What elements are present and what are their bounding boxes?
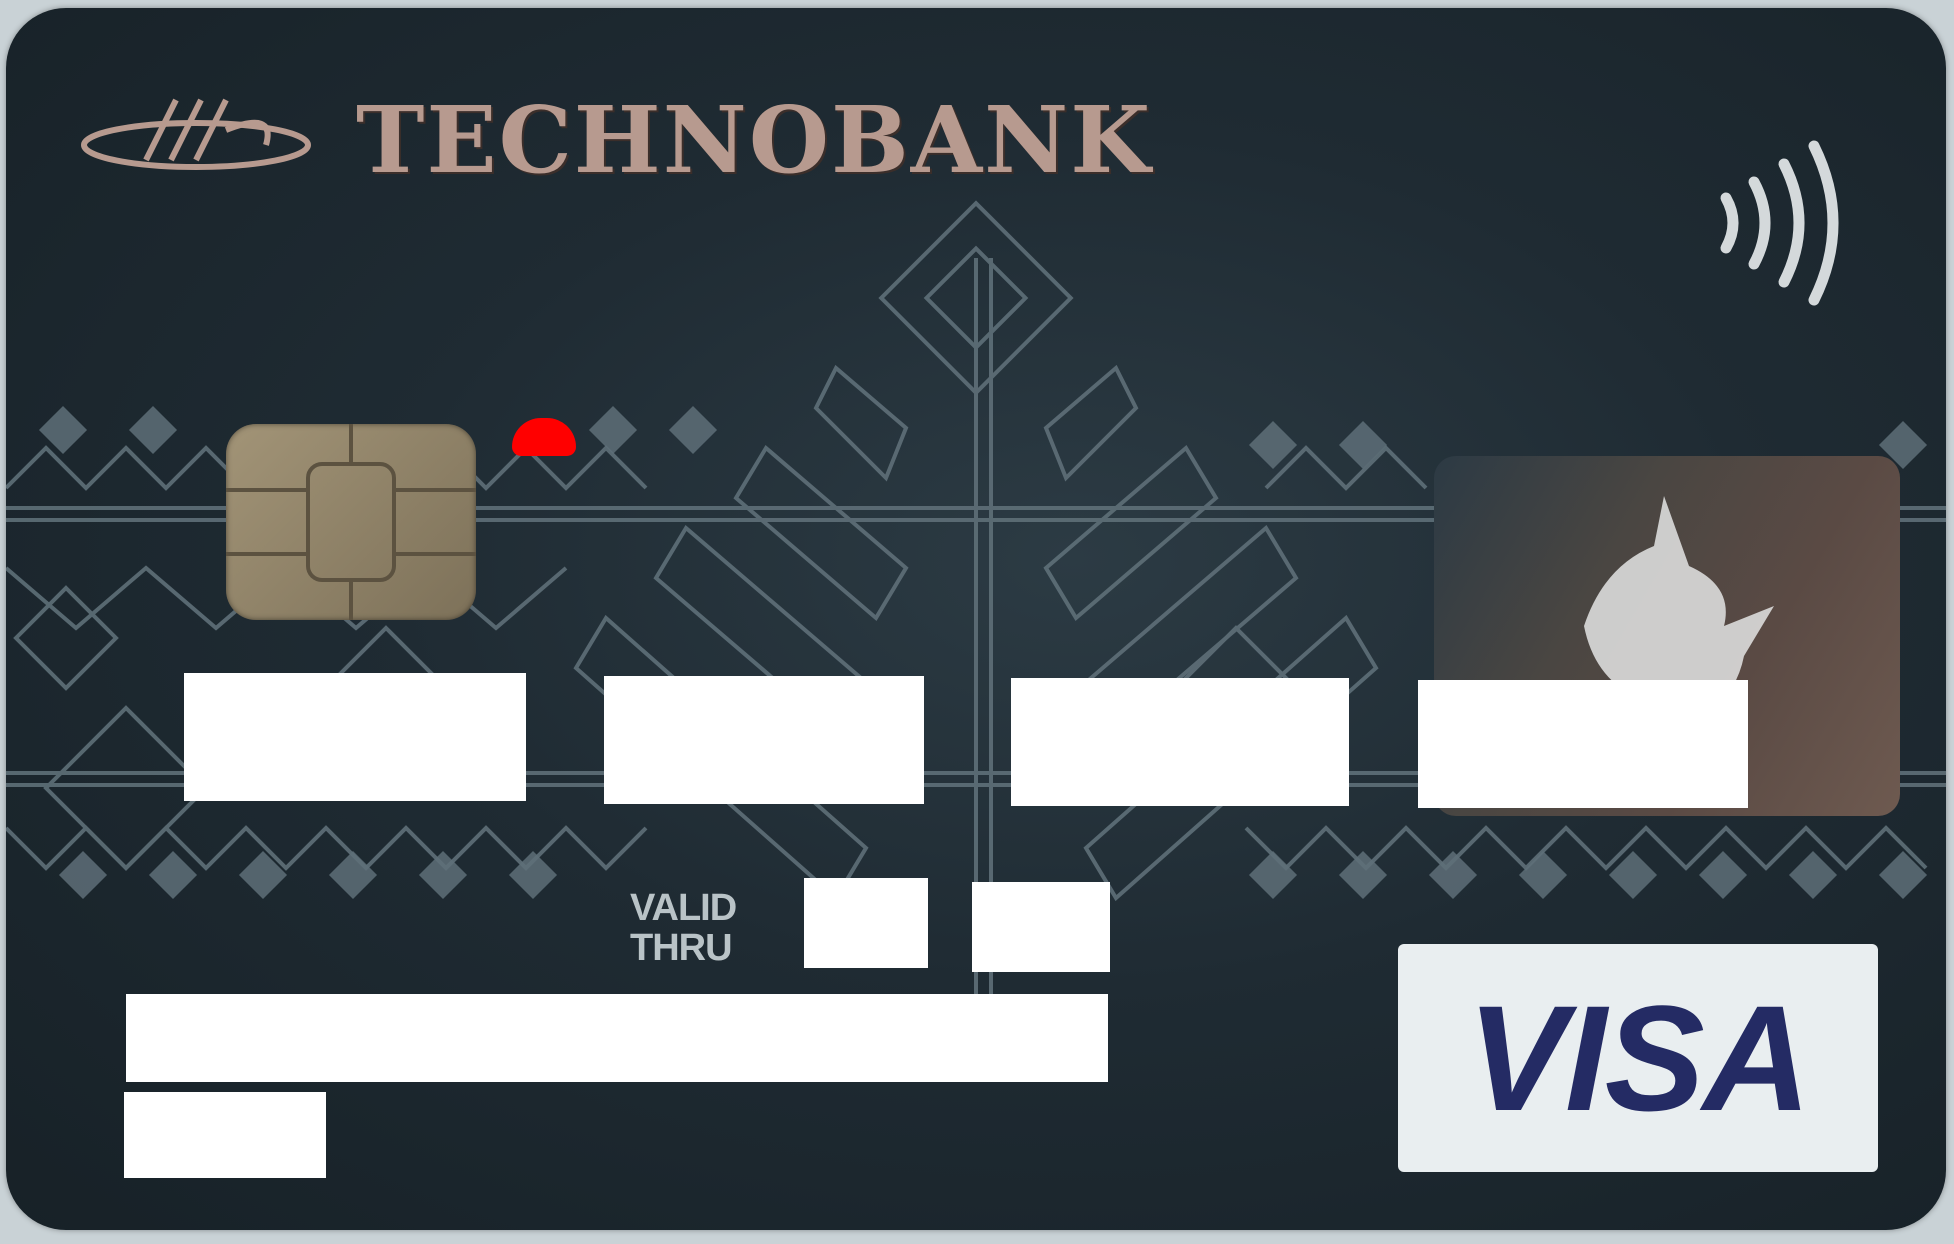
cardholder-extra-redacted [124,1092,326,1178]
visa-logo: VISA [1398,944,1878,1172]
card-number-group-4-redacted [1418,680,1748,808]
cardholder-name-redacted [126,994,1108,1082]
credit-card: TECHNOBANK VALID THRU VISA [6,8,1946,1230]
expiry-month-redacted [804,878,928,968]
emv-chip [226,424,476,620]
contactless-icon [1720,140,1839,306]
visa-wordmark: VISA [1466,973,1811,1142]
card-number-group-1-redacted [184,673,526,801]
bank-name: TECHNOBANK [356,86,1153,194]
bank-logo-icon [81,98,311,170]
expiry-year-redacted [972,882,1110,972]
valid-thru-label: VALID THRU [630,887,737,969]
card-number-group-3-redacted [1011,678,1349,806]
card-number-group-2-redacted [604,676,924,804]
